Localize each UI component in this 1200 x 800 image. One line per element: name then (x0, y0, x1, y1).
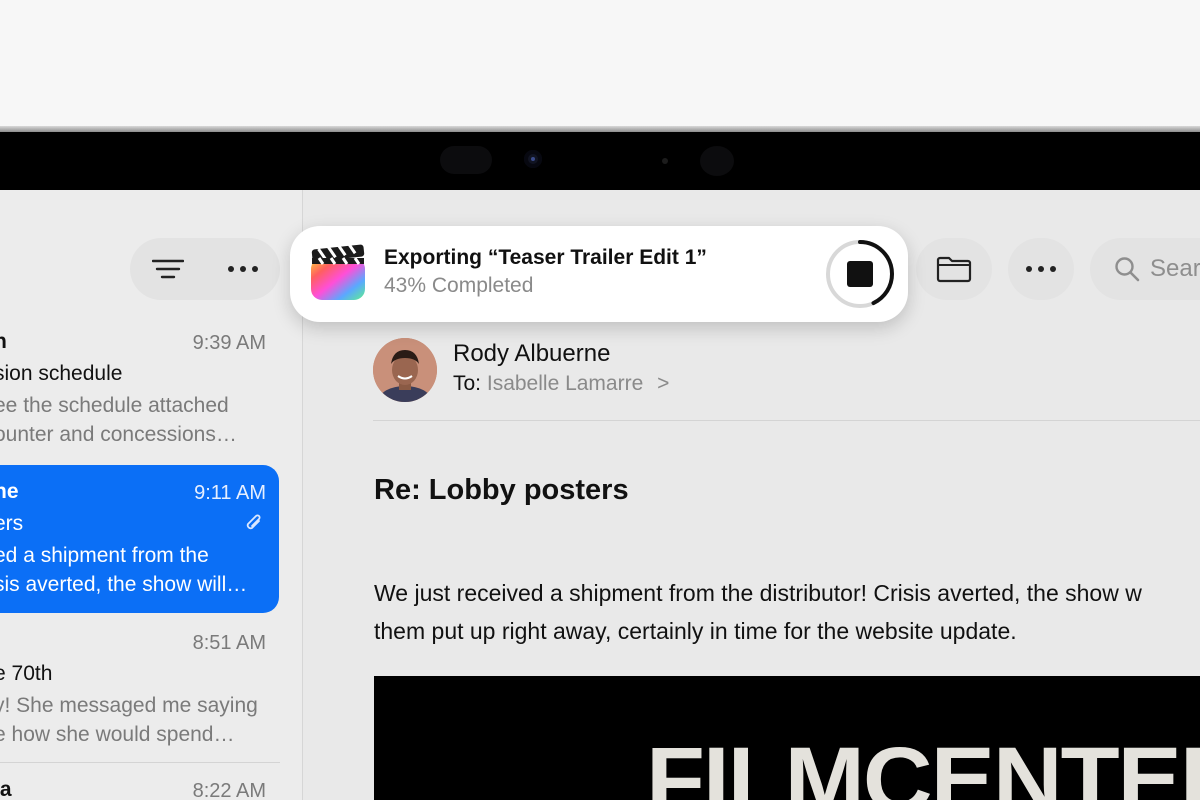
ellipsis-icon (227, 266, 258, 272)
email-body-line: We just received a shipment from the dis… (374, 580, 1142, 606)
sensor-icon (440, 146, 492, 174)
email-body: We just received a shipment from the dis… (374, 574, 1200, 650)
more-options-button[interactable] (1008, 238, 1074, 300)
poster-logo: FILMCENTER (646, 729, 1200, 800)
person-photo-icon (373, 338, 437, 402)
export-status: 43% Completed (384, 274, 534, 297)
move-to-folder-button[interactable] (916, 238, 992, 300)
message-preview-line: e how she would spend… (0, 723, 235, 746)
message-sender: ia (0, 778, 12, 800)
message-list-item[interactable]: ia 8:22 AM (0, 778, 280, 800)
message-preview-line: ee the schedule attached (0, 394, 229, 417)
message-subject: sion schedule (0, 362, 123, 385)
message-preview-line: ed a shipment from the (0, 544, 209, 567)
sender-name: Rody Albuerne (453, 340, 611, 367)
message-preview: y! She messaged me saying e how she woul… (0, 691, 274, 749)
recipient-line[interactable]: To: Isabelle Lamarre > (453, 372, 669, 396)
search-input[interactable]: Sear (1090, 238, 1200, 300)
message-list-item[interactable]: n 9:39 AM sion schedule ee the schedule … (0, 330, 280, 450)
message-sender: ne (0, 480, 19, 503)
poster-image-attachment[interactable]: FILMCENTER (374, 676, 1200, 800)
camera-lens-icon (524, 150, 542, 168)
header-divider (373, 420, 1200, 421)
device-bezel-top (0, 0, 1200, 128)
message-preview: ee the schedule attached ounter and conc… (0, 391, 274, 449)
search-placeholder: Sear (1150, 255, 1200, 282)
indicator-light-icon (662, 158, 668, 164)
email-subject: Re: Lobby posters (374, 474, 629, 506)
sensor-icon (700, 146, 734, 176)
message-list-item[interactable]: 8:51 AM e 70th y! She messaged me saying… (0, 630, 280, 750)
export-progress-notification[interactable]: Exporting “Teaser Trailer Edit 1” 43% Co… (290, 226, 908, 322)
message-sender: n (0, 330, 7, 353)
folder-icon (936, 256, 972, 283)
message-list-toolbar (130, 238, 280, 300)
stop-square-icon (847, 261, 873, 287)
message-time: 9:39 AM (192, 332, 266, 354)
avatar[interactable] (373, 338, 437, 402)
email-body-line: them put up right away, certainly in tim… (374, 618, 1017, 644)
chevron-right-icon: > (657, 372, 670, 395)
to-label: To: (453, 372, 482, 395)
filter-button[interactable] (130, 238, 205, 300)
message-list-item-selected[interactable]: ne 9:11 AM ers ed a shipment from the si… (0, 480, 280, 600)
message-subject: ers (0, 512, 24, 535)
magnifier-icon (1115, 257, 1140, 282)
message-list: n 9:39 AM sion schedule ee the schedule … (0, 190, 303, 800)
filter-lines-icon (151, 259, 184, 279)
stop-export-button[interactable] (824, 238, 896, 310)
camera-housing (0, 132, 1200, 190)
final-cut-pro-icon (311, 244, 365, 300)
message-time: 8:22 AM (192, 780, 266, 800)
message-time: 9:11 AM (194, 482, 266, 504)
list-divider (0, 762, 280, 763)
paperclip-icon (246, 514, 261, 530)
message-preview-line: y! She messaged me saying (0, 694, 258, 717)
message-time: 8:51 AM (192, 632, 266, 654)
message-subject: e 70th (0, 662, 53, 685)
more-options-button[interactable] (205, 238, 280, 300)
message-preview: ed a shipment from the sis averted, the … (0, 541, 274, 599)
recipient-name: Isabelle Lamarre (486, 372, 644, 395)
export-title: Exporting “Teaser Trailer Edit 1” (384, 246, 707, 269)
message-preview-line: ounter and concessions… (0, 423, 237, 446)
ellipsis-icon (1026, 266, 1056, 272)
message-preview-line: sis averted, the show will… (0, 573, 248, 596)
